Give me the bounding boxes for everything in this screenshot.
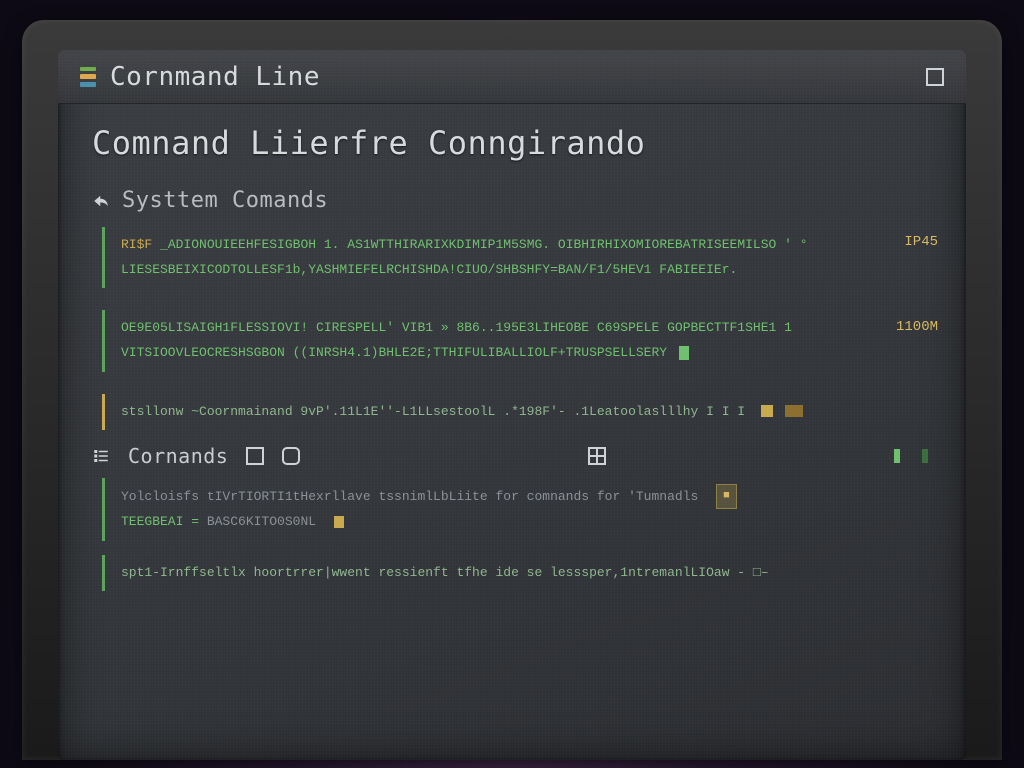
stop-square-icon[interactable] <box>246 447 264 465</box>
desc-val: BASC6KITO0S0NL <box>207 514 316 529</box>
share-arrow-icon <box>92 192 110 210</box>
prompt-text: stsllonw ~Coornmainand 9vP'.11L1E''-L1LL… <box>121 404 745 419</box>
term-text: LIESESBEIXICODTOLLESF1b,YASHMIEFELRCHISH… <box>121 262 737 277</box>
app-icon <box>80 67 96 87</box>
inline-badge: ■ <box>716 484 737 509</box>
section-commands-label: Cornands <box>128 444 228 468</box>
page-title: Comnand Liierfre Conngirando <box>92 124 932 162</box>
content-area: Comnand Liierfre Conngirando Systtem Com… <box>58 104 966 760</box>
status-indicator-icon <box>894 449 900 463</box>
section-system-label: Systtem Comands <box>122 188 328 213</box>
window-title: Cornmand Line <box>110 62 320 92</box>
term-text: _ADIONOUIEEHFESIGBOH 1. AS1WTTHIRARIXKDI… <box>160 237 808 252</box>
app-window: Cornmand Line Comnand Liierfre Conngiran… <box>58 50 966 760</box>
chip-dark-icon <box>785 405 803 417</box>
screen: Cornmand Line Comnand Liierfre Conngiran… <box>58 50 966 760</box>
screen-toggle-icon[interactable] <box>282 447 300 465</box>
desc-key: TEEGBEAI = <box>121 514 199 529</box>
section-commands-toolbar: Cornands <box>92 444 932 468</box>
term-text: VITSIOOVLEOCRESHSGBON ((INRSH4.1)BHLE2E;… <box>121 345 667 360</box>
side-number: 1100M <box>896 314 938 341</box>
maximize-icon[interactable] <box>926 68 944 86</box>
grid-view-icon[interactable] <box>588 447 606 465</box>
desc-text: Yolcloisfs tIVrTIORTI1tHexrllave tssniml… <box>121 489 698 504</box>
terminal-prompt-line[interactable]: stsllonw ~Coornmainand 9vP'.11L1E''-L1LL… <box>102 394 932 431</box>
side-tag: IP45 <box>904 229 938 256</box>
laptop-frame: Cornmand Line Comnand Liierfre Conngiran… <box>22 20 1002 760</box>
term-prefix: RI$F <box>121 237 152 252</box>
chip-amber-icon <box>334 516 344 528</box>
terminal-block-2[interactable]: 1100M OE9E05LISAIGH1FLESSIOVI! CIRESPELL… <box>102 310 932 371</box>
term-text: OE9E05LISAIGH1FLESSIOVI! CIRESPELL' VIB1… <box>121 320 792 335</box>
chip-amber-icon <box>761 405 773 417</box>
terminal-block-1[interactable]: IP45 RI$F _ADIONOUIEEHFESIGBOH 1. AS1WTT… <box>102 227 932 288</box>
cursor-icon <box>679 346 689 360</box>
status-indicator-icon <box>922 449 928 463</box>
titlebar[interactable]: Cornmand Line <box>58 50 966 104</box>
commands-description-block[interactable]: Yolcloisfs tIVrTIORTI1tHexrllave tssniml… <box>102 478 932 540</box>
section-system-commands[interactable]: Systtem Comands <box>92 188 932 213</box>
list-icon <box>92 447 110 465</box>
prompt-text: spt1-Irnffseltlx hoortrrer|wwent ressien… <box>121 565 769 580</box>
commands-prompt-block[interactable]: spt1-Irnffseltlx hoortrrer|wwent ressien… <box>102 555 932 592</box>
